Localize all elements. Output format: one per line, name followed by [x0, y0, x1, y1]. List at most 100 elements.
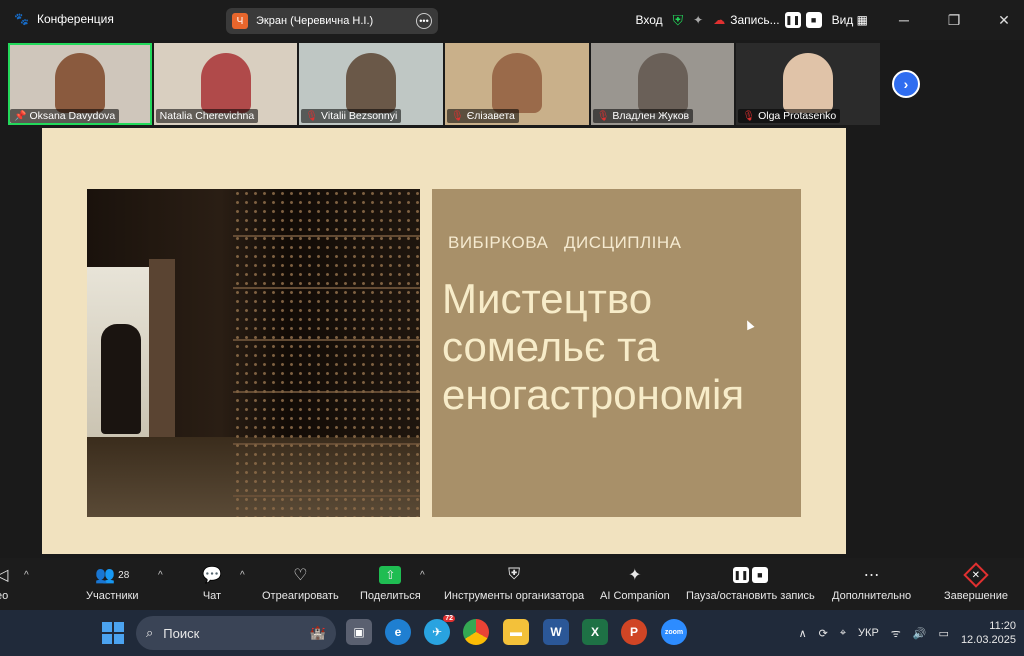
- mic-muted-icon: 🎙: [305, 110, 319, 122]
- end-x-icon: ✕: [963, 562, 989, 588]
- participant-tile[interactable]: 📌 Oksana Davydova: [8, 43, 152, 125]
- battery-icon[interactable]: ▭: [939, 627, 949, 640]
- react-button[interactable]: ♡ Отреагировать: [262, 564, 339, 602]
- video-options-caret-icon[interactable]: ^: [24, 570, 29, 581]
- login-button[interactable]: Вход: [635, 13, 662, 27]
- file-explorer-icon[interactable]: ▬: [503, 619, 529, 645]
- share-label: Поделиться: [360, 590, 421, 602]
- participant-name: Natalia Cherevichna: [159, 110, 255, 122]
- end-meeting-button[interactable]: ✕ Завершение: [944, 562, 1008, 602]
- ai-sparkle-icon[interactable]: ✦: [693, 13, 703, 27]
- participant-tile[interactable]: 🎙 Єлізавета: [445, 43, 589, 125]
- restore-icon[interactable]: ❐: [934, 12, 974, 29]
- minimize-icon[interactable]: ─: [884, 12, 924, 28]
- search-highlight-icon: 🏰: [309, 625, 326, 640]
- participant-video: [200, 53, 251, 113]
- participant-tile[interactable]: 🎙 Olga Protasenko: [736, 43, 881, 125]
- grid-view-icon: ▦: [856, 13, 868, 27]
- search-placeholder: Поиск: [163, 625, 200, 641]
- mic-muted-icon: 🎙: [596, 110, 610, 122]
- share-arrow-icon: ⇧: [379, 566, 402, 584]
- next-page-chevron-icon[interactable]: ›: [892, 70, 920, 98]
- screen-share-indicator[interactable]: Ч Экран (Черевична Н.І.) •••: [226, 8, 438, 34]
- participant-video: [54, 53, 105, 113]
- taskbar-search[interactable]: ⌕ Поиск 🏰: [136, 616, 336, 650]
- video-label: ео: [0, 590, 9, 602]
- chat-button[interactable]: 💬 Чат: [202, 564, 222, 602]
- mic-muted-icon: 🎙: [451, 110, 464, 122]
- participants-icon-group: 👥 28: [95, 564, 129, 586]
- zoom-app-icon[interactable]: zoom: [661, 619, 687, 645]
- windows-start-icon[interactable]: [102, 622, 124, 644]
- slide-title: Мистецтво сомельє та еногастрономія: [442, 275, 745, 418]
- clock[interactable]: 11:20 12.03.2025: [961, 619, 1016, 647]
- video-button[interactable]: ◁ ео: [0, 564, 8, 602]
- volume-icon[interactable]: 🔊: [913, 627, 927, 640]
- shared-slide: ВИБІРКОВА ДИСЦИПЛІНА Мистецтво сомельє т…: [42, 128, 846, 554]
- pin-icon: 📌: [14, 110, 27, 122]
- view-button[interactable]: Вид ▦: [832, 13, 868, 27]
- participant-tile[interactable]: 🎙 Владлен Жуков: [590, 43, 735, 125]
- participant-tile[interactable]: Natalia Cherevichna: [153, 43, 298, 125]
- meeting-toolbar: ◁ ео ^ 👥28 Участники ^ 💬 Чат ^ ♡ Отреаги…: [0, 558, 1024, 610]
- stop-recording-icon[interactable]: ■: [805, 12, 822, 28]
- search-icon: ⌕: [146, 625, 154, 640]
- share-caret-icon[interactable]: ^: [420, 570, 425, 581]
- recording-label: Запись...: [730, 13, 780, 27]
- ai-companion-button[interactable]: ✦ AI Companion: [600, 564, 670, 602]
- clock-date: 12.03.2025: [960, 634, 1016, 646]
- participant-label: 🎙 Владлен Жуков: [592, 109, 694, 123]
- participant-strip: 📌 Oksana Davydova Natalia Cherevichna 🎙 Vi…: [8, 43, 881, 127]
- recording-indicator[interactable]: ☁ Запись... ❚❚ ■: [713, 12, 822, 28]
- slide-text-box: ВИБІРКОВА ДИСЦИПЛІНА Мистецтво сомельє т…: [432, 189, 801, 517]
- clock-time: 11:20: [989, 620, 1016, 632]
- app-title-area: 🐾 Конференция: [14, 12, 114, 26]
- security-shield-icon[interactable]: ⛨: [673, 12, 684, 29]
- participant-tile[interactable]: 🎙 Vitalii Bezsonnyi: [299, 43, 444, 125]
- excel-icon[interactable]: X: [582, 619, 608, 645]
- powerpoint-icon[interactable]: P: [621, 619, 647, 645]
- tray-overflow-chevron-icon[interactable]: ∧: [799, 627, 807, 640]
- participant-name: Єлізавета: [466, 110, 515, 122]
- chat-caret-icon[interactable]: ^: [240, 570, 245, 581]
- wifi-icon[interactable]: ᯤ: [891, 626, 901, 641]
- host-tools-button[interactable]: ⛨ Инструменты организатора: [444, 564, 584, 602]
- edge-browser-icon[interactable]: e: [385, 619, 411, 645]
- host-tools-label: Инструменты организатора: [444, 590, 585, 602]
- people-icon: 👥: [95, 567, 116, 584]
- pause-stop-record-button[interactable]: ❚❚ ■ Пауза/остановить запись: [686, 564, 815, 602]
- task-view-icon[interactable]: ▣: [346, 619, 372, 645]
- heart-icon: ♡: [293, 567, 308, 584]
- participant-label: 🎙 Vitalii Bezsonnyi: [301, 109, 402, 123]
- react-label: Отреагировать: [262, 590, 339, 602]
- keyboard-language[interactable]: УКР: [858, 627, 879, 639]
- participant-video: [346, 53, 397, 113]
- telegram-icon[interactable]: ✈ 72: [424, 615, 455, 645]
- cloud-record-icon: ☁: [713, 13, 726, 27]
- telegram-badge: 72: [443, 615, 455, 622]
- windows-taskbar: ⌕ Поиск 🏰 ▣ e ✈ 72 ▬ W X P zoom ∧ ⟳ ⌖ УКР…: [0, 610, 1024, 656]
- sharer-avatar-badge: Ч: [232, 13, 248, 29]
- end-label: Завершение: [944, 590, 1008, 602]
- more-button[interactable]: ⋯ Дополнительно: [832, 564, 911, 602]
- word-icon[interactable]: W: [543, 619, 569, 645]
- pause-recording-icon[interactable]: ❚❚: [784, 12, 801, 28]
- window-title: Конференция: [36, 12, 114, 26]
- chat-label: Чат: [202, 590, 222, 602]
- more-dots-icon: ⋯: [863, 567, 880, 584]
- zoom-paw-icon: 🐾: [14, 12, 29, 26]
- title-bar: 🐾 Конференция Ч Экран (Черевична Н.І.) •…: [0, 0, 1024, 40]
- slide-subtitle: ВИБІРКОВА ДИСЦИПЛІНА: [448, 233, 682, 252]
- close-icon[interactable]: ✕: [984, 12, 1024, 29]
- more-options-icon[interactable]: •••: [416, 13, 432, 29]
- sync-icon[interactable]: ⟳: [819, 627, 828, 640]
- participants-button[interactable]: 👥 28 Участники: [86, 564, 139, 602]
- chrome-icon[interactable]: [463, 619, 489, 645]
- video-camera-icon: ◁: [0, 567, 9, 584]
- participants-caret-icon[interactable]: ^: [158, 570, 163, 581]
- share-screen-button[interactable]: ⇧ Поделиться: [360, 564, 421, 602]
- host-shield-icon: ⛨: [508, 566, 521, 583]
- ai-sparkle-icon: ✦: [628, 567, 642, 584]
- pause-icon: ❚❚: [732, 567, 749, 583]
- location-icon[interactable]: ⌖: [840, 627, 846, 640]
